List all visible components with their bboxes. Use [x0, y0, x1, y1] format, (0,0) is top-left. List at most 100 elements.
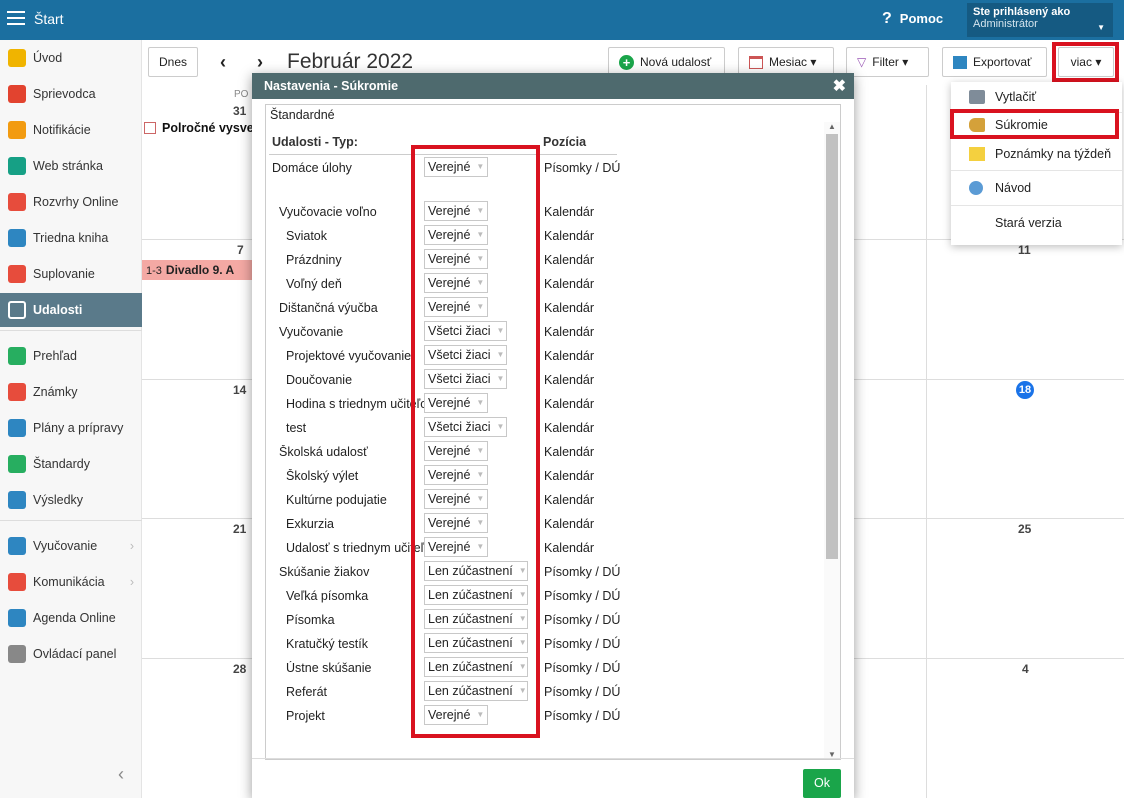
event-type-row: Školská udalosť Verejné ▼ Kalendár	[266, 441, 826, 465]
sidebar-item-8[interactable]: Prehľad	[0, 339, 142, 373]
menu-item-help[interactable]: Návod	[951, 173, 1122, 203]
event-type-row: Skúšanie žiakov Len zúčastnení ▼ Písomky / …	[266, 561, 826, 585]
calendar-event[interactable]: Polročné vysve	[144, 121, 254, 135]
day-number[interactable]: 7	[237, 243, 244, 257]
day-number[interactable]: 4	[1022, 662, 1029, 676]
question-icon: ?	[882, 10, 892, 27]
printer-icon	[969, 90, 985, 104]
today-button[interactable]: Dnes	[148, 47, 198, 77]
sidebar-item-3[interactable]: Web stránka	[0, 149, 142, 183]
sidebar-item-label: Triedna kniha	[33, 231, 109, 245]
chevron-right-icon: ›	[129, 575, 134, 589]
scrollbar[interactable]: ▲ ▼	[824, 122, 840, 759]
menu-item-print[interactable]: Vytlačiť	[951, 82, 1122, 112]
app-title[interactable]: Štart	[34, 11, 64, 27]
day-number[interactable]: 28	[233, 662, 246, 676]
calendar-icon	[8, 301, 26, 319]
event-type-label: Skúšanie žiakov	[279, 565, 370, 579]
briefcase-icon	[8, 419, 26, 437]
sidebar-item-9[interactable]: Známky	[0, 375, 142, 409]
event-type-row: Sviatok Verejné ▼ Kalendár	[266, 225, 826, 249]
event-position: Písomky / DÚ	[544, 613, 621, 627]
day-number[interactable]: 14	[233, 383, 246, 397]
sidebar: Úvod Sprievodca Notifikácie Web stránka Rozv…	[0, 40, 142, 798]
event-type-row: Doučovanie Všetci žiaci ▼ Kalendár	[266, 369, 826, 393]
filter-icon: ▽	[857, 55, 867, 69]
event-position: Kalendár	[544, 325, 595, 339]
event-position: Kalendár	[544, 253, 595, 267]
chevron-down-icon: ▼	[1097, 23, 1105, 32]
collapse-sidebar-icon[interactable]: ‹	[118, 764, 124, 785]
event-position: Kalendár	[544, 421, 595, 435]
sidebar-item-1[interactable]: Sprievodca	[0, 77, 142, 111]
sidebar-item-14[interactable]: Komunikácia ›	[0, 565, 142, 599]
ok-button[interactable]: Ok	[803, 769, 841, 798]
event-position: Písomky / DÚ	[544, 565, 621, 579]
month-title: Február 2022	[287, 50, 414, 73]
event-type-row: Kratučký testík Len zúčastnení ▼ Písomky / …	[266, 633, 826, 657]
sidebar-item-2[interactable]: Notifikácie	[0, 113, 142, 147]
event-position: Kalendár	[544, 469, 595, 483]
column-header-type: Udalosti - Typ:	[272, 135, 358, 149]
close-icon[interactable]: ✖	[833, 76, 846, 96]
event-position: Kalendár	[544, 493, 595, 507]
event-type-row: test Všetci žiaci ▼ Kalendár	[266, 417, 826, 441]
sidebar-item-label: Rozvrhy Online	[33, 195, 119, 209]
sidebar-item-label: Prehľad	[33, 349, 77, 363]
menu-item-old-version[interactable]: Stará verzia	[951, 208, 1122, 238]
help-link[interactable]: ? Pomoc	[882, 10, 943, 28]
sidebar-item-13[interactable]: Vyučovanie ›	[0, 529, 142, 563]
sidebar-item-12[interactable]: Výsledky	[0, 483, 142, 517]
gear-icon	[8, 645, 26, 663]
hamburger-menu-icon[interactable]	[7, 11, 25, 26]
calendar-icon	[749, 55, 763, 69]
sidebar-item-label: Vyučovanie	[33, 539, 98, 553]
sidebar-item-16[interactable]: Ovládací panel	[0, 637, 142, 671]
open-book-icon	[8, 537, 26, 555]
check-icon	[8, 347, 26, 365]
event-type-row: Projektové vyučovanie Všetci žiaci ▼ Kalend…	[266, 345, 826, 369]
event-position: Kalendár	[544, 445, 595, 459]
user-menu[interactable]: Ste prihlásený ako Administrátor ▼	[967, 3, 1113, 37]
sidebar-item-11[interactable]: Štandardy	[0, 447, 142, 481]
top-bar: Štart ? Pomoc Ste prihlásený ako Administ…	[0, 0, 1124, 40]
sidebar-item-10[interactable]: Plány a prípravy	[0, 411, 142, 445]
sidebar-item-label: Výsledky	[33, 493, 84, 507]
event-position: Kalendár	[544, 349, 595, 363]
event-type-row: Domáce úlohy Verejné ▼ Písomky / DÚ	[266, 157, 826, 181]
scroll-up-icon[interactable]: ▲	[828, 122, 836, 131]
day-number[interactable]: 25	[1018, 522, 1031, 536]
prev-month-icon[interactable]: ‹	[220, 52, 226, 73]
sidebar-item-4[interactable]: Rozvrhy Online	[0, 185, 142, 219]
sidebar-item-7[interactable]: Udalosti	[0, 293, 142, 327]
bar-chart-icon	[8, 491, 26, 509]
day-number[interactable]: 31	[233, 104, 246, 118]
highlight-more	[1052, 42, 1119, 82]
event-type-row: Projekt Verejné ▼ Písomky / DÚ	[266, 705, 826, 729]
event-position: Písomky / DÚ	[544, 685, 621, 699]
event-type-row: Vyučovanie Všetci žiaci ▼ Kalendár	[266, 321, 826, 345]
sidebar-item-0[interactable]: Úvod	[0, 41, 142, 75]
menu-item-week-notes[interactable]: Poznámky na týždeň	[951, 139, 1122, 169]
export-button[interactable]: Exportovať	[942, 47, 1047, 77]
next-month-icon[interactable]: ›	[257, 52, 263, 73]
event-position: Písomky / DÚ	[544, 161, 621, 175]
scrollbar-thumb[interactable]	[826, 134, 838, 559]
envelope-icon	[8, 121, 26, 139]
today-day-number[interactable]: 18	[1016, 381, 1034, 399]
event-type-row: Udalosť s triednym učiteľom Verejné ▼ Kalen…	[266, 537, 826, 561]
sidebar-item-5[interactable]: Triedna kniha	[0, 221, 142, 255]
event-type-label: Vyučovanie	[279, 325, 344, 339]
day-number[interactable]: 11	[1018, 243, 1031, 257]
sidebar-item-label: Ovládací panel	[33, 647, 117, 661]
event-position: Písomky / DÚ	[544, 637, 621, 651]
sidebar-item-6[interactable]: Suplovanie	[0, 257, 142, 291]
calendar-event[interactable]: 1-3 Divadlo 9. A	[142, 260, 252, 280]
filter-button[interactable]: ▽ Filter ▾	[846, 47, 929, 77]
sidebar-item-label: Úvod	[33, 51, 63, 65]
day-number[interactable]: 21	[233, 522, 246, 536]
event-type-row: Písomka Len zúčastnení ▼ Písomky / DÚ	[266, 609, 826, 633]
column-header-position: Pozícia	[543, 135, 587, 149]
event-position: Kalendár	[544, 517, 595, 531]
sidebar-item-15[interactable]: Agenda Online	[0, 601, 142, 635]
